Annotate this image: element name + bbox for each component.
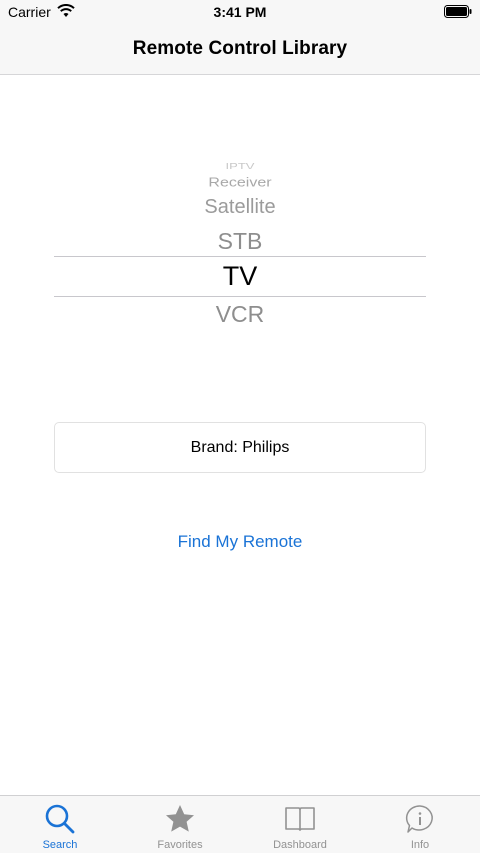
tab-info[interactable]: Info <box>360 796 480 854</box>
battery-icon <box>444 5 472 18</box>
tab-dashboard-label: Dashboard <box>273 839 327 851</box>
status-time: 3:41 PM <box>213 4 267 20</box>
book-icon <box>285 807 315 831</box>
star-icon <box>166 805 194 832</box>
tab-search-label: Search <box>42 839 78 851</box>
picker-item-iptv[interactable]: IPTV <box>54 163 426 169</box>
tab-dashboard[interactable]: Dashboard <box>240 796 360 854</box>
search-icon <box>45 804 75 834</box>
tab-bar: Search Favorites Dashboard Info <box>0 795 480 853</box>
info-icon <box>405 805 433 833</box>
tab-favorites-label: Favorites <box>157 839 203 851</box>
tab-search[interactable]: Search <box>0 796 120 854</box>
picker-item-tv-selected[interactable]: TV <box>54 261 426 292</box>
tab-info-label: Info <box>410 839 430 851</box>
status-bar: Carrier 3:41 PM <box>0 0 480 24</box>
picker-item-satellite[interactable]: Satellite <box>54 196 426 219</box>
picker-item-vcr[interactable]: VCR <box>54 301 426 328</box>
picker-item-receiver[interactable]: Receiver <box>54 176 426 191</box>
picker-selection-divider-bottom <box>54 296 426 297</box>
device-type-picker[interactable]: IPTV Receiver Satellite STB TV VCR <box>54 150 426 340</box>
picker-item-stb[interactable]: STB <box>54 228 426 255</box>
brand-select-button[interactable]: Brand: Philips <box>54 422 426 473</box>
tab-favorites[interactable]: Favorites <box>120 796 240 854</box>
picker-selection-divider-top <box>54 256 426 257</box>
page-title: Remote Control Library <box>132 38 348 59</box>
navigation-bar: Remote Control Library <box>0 24 480 75</box>
find-my-remote-button[interactable]: Find My Remote <box>0 532 480 552</box>
